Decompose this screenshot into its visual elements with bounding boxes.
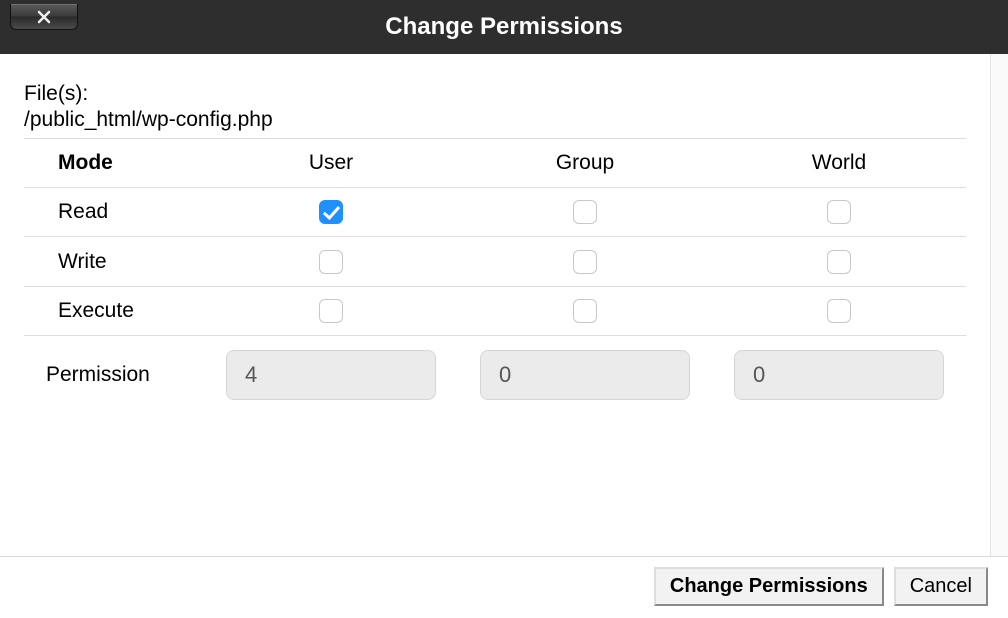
execute-world-checkbox[interactable]	[827, 299, 851, 323]
close-button[interactable]	[10, 4, 78, 30]
execute-label: Execute	[24, 286, 204, 335]
read-group-checkbox[interactable]	[573, 200, 597, 224]
dialog-body: File(s): /public_html/wp-config.php Mode…	[0, 54, 1008, 556]
write-label: Write	[24, 237, 204, 286]
read-label: Read	[24, 188, 204, 237]
dialog-footer: Change Permissions Cancel	[0, 556, 1008, 618]
permission-world-field[interactable]	[734, 350, 944, 400]
files-label: File(s):	[24, 82, 966, 106]
dialog-titlebar: Change Permissions	[0, 0, 1008, 54]
file-path: /public_html/wp-config.php	[24, 108, 966, 132]
read-world-checkbox[interactable]	[827, 200, 851, 224]
write-row: Write	[24, 237, 966, 286]
permission-value-row: Permission	[24, 336, 966, 415]
permission-label: Permission	[24, 336, 204, 415]
user-header: User	[204, 139, 458, 188]
permission-group-field[interactable]	[480, 350, 690, 400]
permissions-table: Mode User Group World Read Write	[24, 138, 966, 414]
write-user-checkbox[interactable]	[319, 250, 343, 274]
mode-header: Mode	[24, 139, 204, 188]
change-permissions-button[interactable]: Change Permissions	[654, 567, 884, 606]
write-group-checkbox[interactable]	[573, 250, 597, 274]
world-header: World	[712, 139, 966, 188]
permission-user-field[interactable]	[226, 350, 436, 400]
group-header: Group	[458, 139, 712, 188]
table-header-row: Mode User Group World	[24, 139, 966, 188]
dialog-title: Change Permissions	[0, 13, 1008, 41]
read-row: Read	[24, 188, 966, 237]
cancel-button[interactable]: Cancel	[894, 567, 988, 606]
change-permissions-dialog: Change Permissions File(s): /public_html…	[0, 0, 1008, 618]
read-user-checkbox[interactable]	[319, 200, 343, 224]
write-world-checkbox[interactable]	[827, 250, 851, 274]
close-icon	[36, 9, 52, 25]
execute-user-checkbox[interactable]	[319, 299, 343, 323]
execute-row: Execute	[24, 286, 966, 335]
execute-group-checkbox[interactable]	[573, 299, 597, 323]
scrollbar-track[interactable]	[990, 54, 1008, 556]
